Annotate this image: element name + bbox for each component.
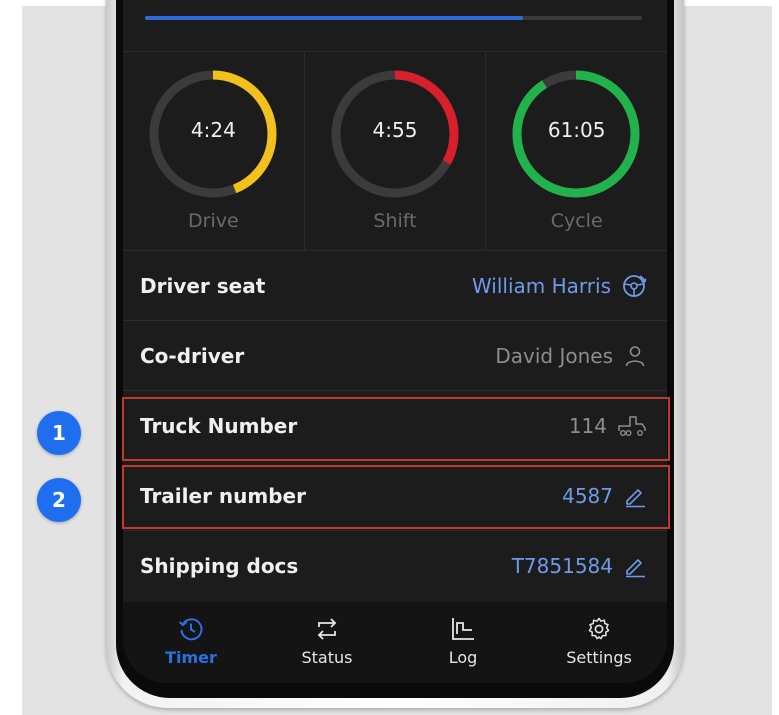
drive-timer[interactable]: 4:24 Drive: [123, 52, 305, 250]
driver-seat-row[interactable]: Driver seat William Harris: [123, 250, 667, 320]
shipping-docs-row[interactable]: Shipping docs T7851584: [123, 530, 667, 600]
step-badge-2: 2: [37, 478, 81, 522]
pencil-icon[interactable]: [623, 554, 647, 578]
trailer-number-highlight: [122, 465, 670, 529]
tab-log[interactable]: Log: [395, 602, 531, 683]
step-chart-icon: [452, 618, 474, 640]
cycle-timer[interactable]: 61:05 Cycle: [486, 52, 667, 250]
tab-status-label: Status: [301, 648, 353, 667]
step-badge-1: 1: [37, 411, 81, 455]
timer-gauges: 4:24 Drive 4:55 Shift 61:05 Cycle: [123, 52, 667, 250]
person-icon: [625, 345, 645, 366]
shift-timer[interactable]: 4:55 Shift: [305, 52, 487, 250]
shift-label: Shift: [373, 210, 417, 232]
history-clock-icon: [178, 618, 203, 641]
driver-seat-value: William Harris: [471, 273, 611, 298]
tab-timer-label: Timer: [165, 648, 217, 667]
shipping-docs-value: T7851584: [511, 553, 613, 578]
tab-timer[interactable]: Timer: [123, 602, 259, 683]
co-driver-label: Co-driver: [140, 343, 245, 368]
gear-icon: [588, 617, 610, 640]
cycle-time-value: 61:05: [547, 118, 606, 142]
drive-label: Drive: [188, 210, 239, 232]
cycle-label: Cycle: [550, 210, 603, 232]
shift-progress-fill: [145, 16, 523, 20]
shift-time-value: 4:55: [372, 118, 418, 142]
shift-progress-bar: [145, 16, 642, 20]
truck-number-highlight: [122, 397, 670, 461]
app-screen: 4:24 Drive 4:55 Shift 61:05 Cycle Driver…: [123, 0, 667, 683]
co-driver-row[interactable]: Co-driver David Jones: [123, 320, 667, 390]
co-driver-value: David Jones: [495, 343, 613, 368]
shipping-docs-label: Shipping docs: [140, 553, 299, 578]
drive-time-value: 4:24: [190, 118, 236, 142]
bottom-tab-bar: Timer Status Log Settings: [123, 602, 667, 683]
tab-settings[interactable]: Settings: [531, 602, 667, 683]
tab-status[interactable]: Status: [259, 602, 395, 683]
tab-settings-label: Settings: [566, 648, 632, 667]
swap-arrows-icon: [317, 618, 337, 640]
driver-seat-label: Driver seat: [140, 273, 266, 298]
tab-log-label: Log: [448, 648, 478, 667]
steering-wheel-icon[interactable]: [621, 273, 647, 299]
